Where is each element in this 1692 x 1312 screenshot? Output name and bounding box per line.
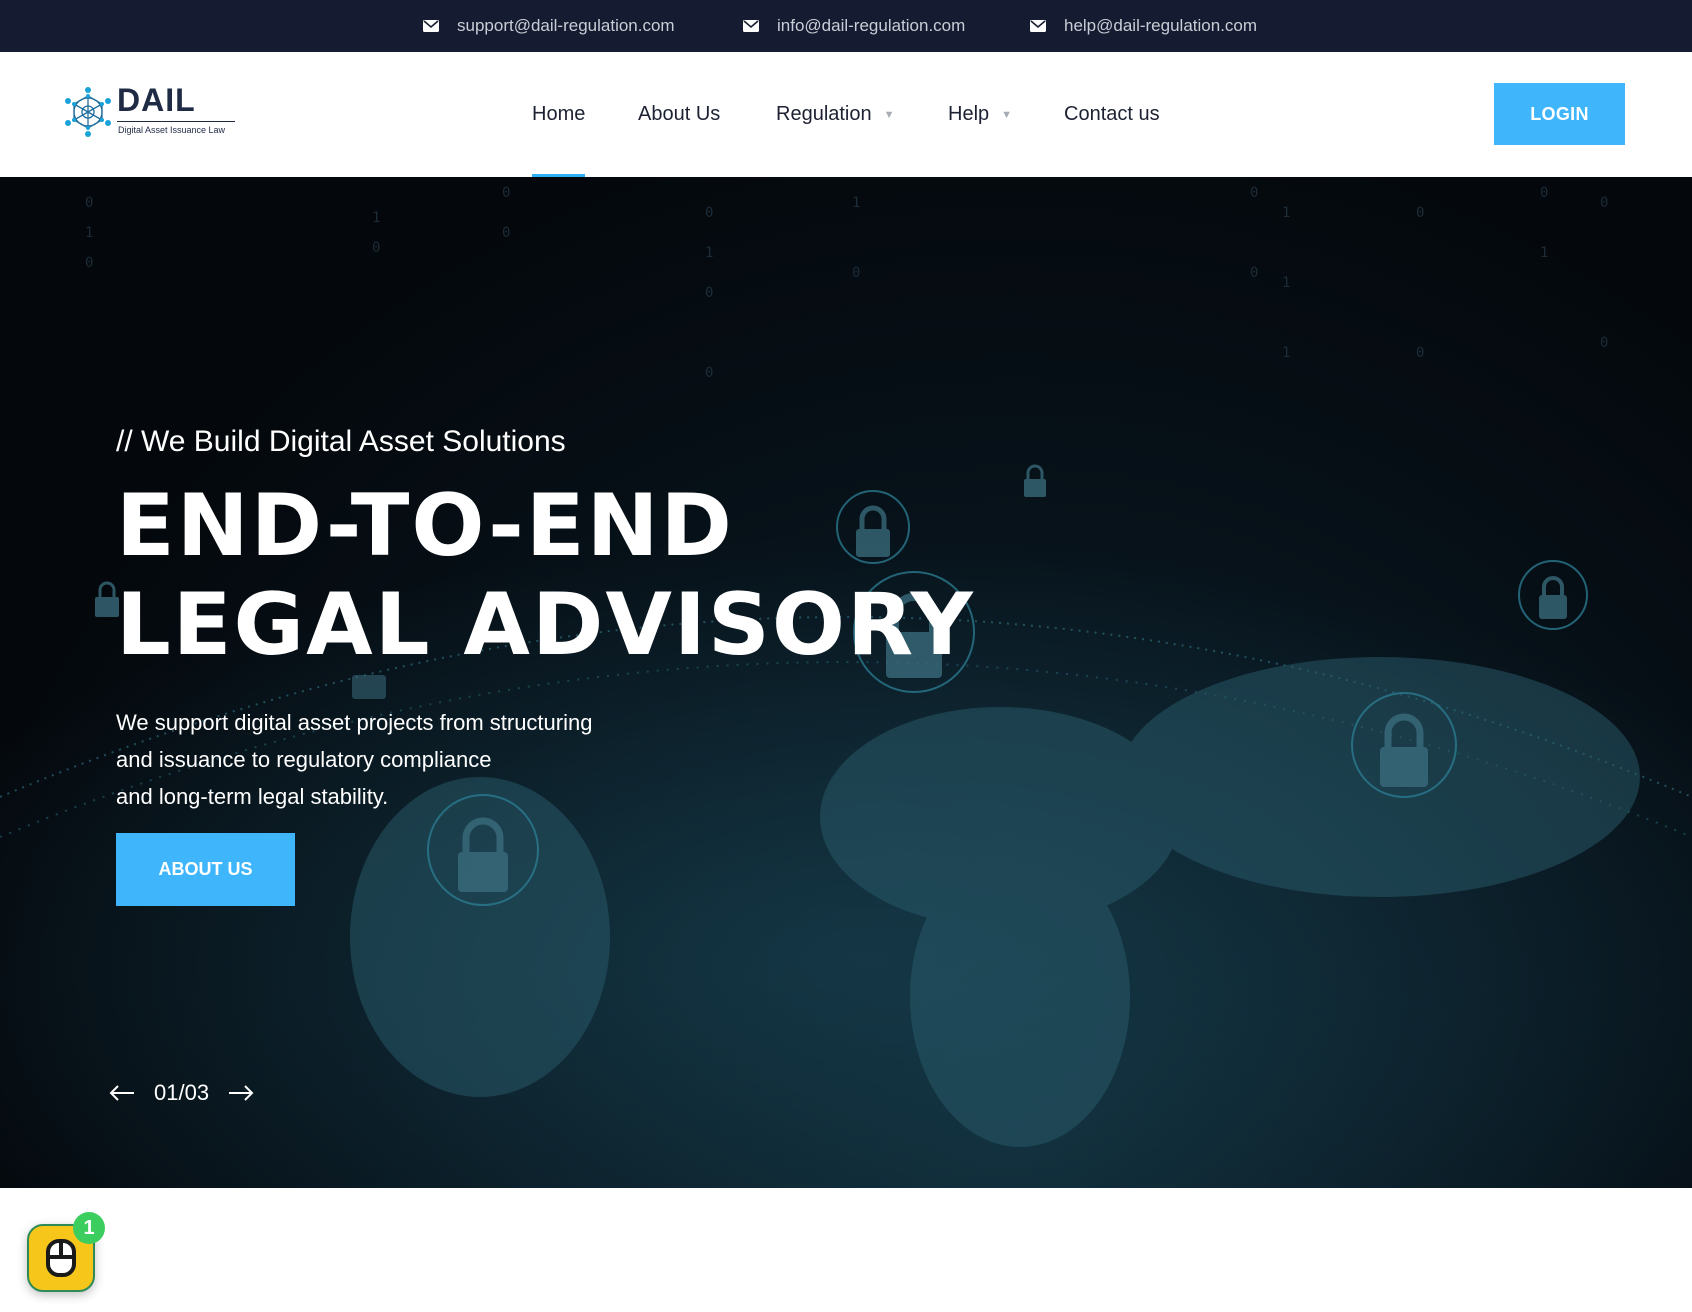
network-globe-icon bbox=[65, 87, 111, 137]
notification-badge: 1 bbox=[73, 1212, 105, 1244]
svg-text:0: 0 bbox=[852, 265, 860, 281]
svg-text:0: 0 bbox=[705, 205, 713, 221]
top-contact-bar: support@dail-regulation.com info@dail-re… bbox=[0, 0, 1692, 52]
nav-regulation[interactable]: Regulation ▼ bbox=[776, 52, 895, 177]
envelope-icon bbox=[743, 20, 759, 32]
svg-text:1: 1 bbox=[85, 225, 93, 241]
nav-label: Contact us bbox=[1064, 103, 1160, 125]
hero-description-line: and long-term legal stability. bbox=[116, 784, 389, 809]
hero-slider: 0 1 0 1 0 0 0 0 1 0 0 1 0 0 0 1 1 1 0 0 0 1 0 0 // We … bbox=[0, 177, 1692, 1188]
slide-counter: 01/03 bbox=[154, 1080, 210, 1105]
contact-help[interactable]: help@dail-regulation.com bbox=[1030, 0, 1257, 52]
nav-about-us[interactable]: About Us bbox=[638, 52, 720, 177]
world-network-background: 0 1 0 1 0 0 0 0 1 0 0 1 0 0 0 1 1 1 0 0 0 1 0 0 bbox=[0, 185, 1692, 1188]
hero-subtitle: // We Build Digital Asset Solutions bbox=[116, 425, 566, 458]
caret-down-icon: ▼ bbox=[883, 108, 895, 121]
contact-email: support@dail-regulation.com bbox=[457, 16, 675, 35]
svg-text:0: 0 bbox=[1416, 205, 1424, 221]
site-header: DAIL Digital Asset Issuance Law Home Abo… bbox=[0, 52, 1692, 177]
svg-text:0: 0 bbox=[502, 185, 510, 201]
svg-text:0: 0 bbox=[1250, 265, 1258, 281]
nav-label: About Us bbox=[638, 103, 721, 125]
nav-home[interactable]: Home bbox=[532, 52, 586, 177]
svg-text:1: 1 bbox=[852, 195, 860, 211]
svg-text:0: 0 bbox=[85, 255, 93, 271]
svg-text:0: 0 bbox=[1250, 185, 1258, 201]
svg-text:0: 0 bbox=[372, 240, 380, 256]
contact-email: info@dail-regulation.com bbox=[777, 16, 966, 35]
nav-label: Regulation bbox=[776, 103, 872, 125]
about-us-button[interactable]: ABOUT US bbox=[116, 833, 295, 906]
arrow-right-icon[interactable] bbox=[227, 1079, 255, 1107]
svg-text:0: 0 bbox=[85, 195, 93, 211]
svg-text:1: 1 bbox=[1282, 205, 1290, 221]
nav-help[interactable]: Help ▼ bbox=[948, 52, 1012, 177]
site-logo[interactable]: DAIL Digital Asset Issuance Law bbox=[62, 82, 242, 142]
nav-label: Home bbox=[532, 103, 586, 125]
svg-text:1: 1 bbox=[1282, 345, 1290, 361]
svg-text:1: 1 bbox=[372, 210, 380, 226]
login-button[interactable]: LOGIN bbox=[1494, 83, 1625, 145]
svg-text:1: 1 bbox=[1282, 275, 1290, 291]
logo-tagline: Digital Asset Issuance Law bbox=[118, 125, 226, 135]
svg-text:0: 0 bbox=[705, 285, 713, 301]
svg-text:0: 0 bbox=[1416, 345, 1424, 361]
hero-title-line: LEGAL ADVISORY bbox=[116, 575, 975, 675]
svg-text:0: 0 bbox=[502, 225, 510, 241]
contact-email: help@dail-regulation.com bbox=[1064, 16, 1258, 35]
hero-title: END-TO-END LEGAL ADVISORY bbox=[116, 477, 975, 675]
envelope-icon bbox=[1030, 20, 1046, 32]
svg-text:0: 0 bbox=[1600, 195, 1608, 211]
hero-title-line: END-TO-END bbox=[116, 476, 734, 576]
svg-text:1: 1 bbox=[705, 245, 713, 261]
logo-name: DAIL bbox=[117, 82, 196, 118]
contact-info[interactable]: info@dail-regulation.com bbox=[743, 0, 965, 52]
hero-description: We support digital asset projects from s… bbox=[116, 704, 592, 815]
nav-contact-us[interactable]: Contact us bbox=[1064, 52, 1160, 177]
caret-down-icon: ▼ bbox=[1001, 108, 1013, 121]
mouse-icon bbox=[46, 1239, 76, 1277]
svg-text:0: 0 bbox=[1540, 185, 1548, 201]
slider-controls: 01/03 bbox=[108, 1073, 255, 1113]
svg-text:0: 0 bbox=[705, 365, 713, 381]
contact-support[interactable]: support@dail-regulation.com bbox=[423, 0, 675, 52]
arrow-left-icon[interactable] bbox=[108, 1079, 136, 1107]
envelope-icon bbox=[423, 20, 439, 32]
logo-divider bbox=[117, 121, 235, 122]
nav-label: Help bbox=[948, 103, 990, 125]
svg-text:0: 0 bbox=[1600, 335, 1608, 351]
svg-text:1: 1 bbox=[1540, 245, 1548, 261]
hero-description-line: and issuance to regulatory compliance bbox=[116, 747, 492, 772]
hero-description-line: We support digital asset projects from s… bbox=[116, 710, 593, 735]
